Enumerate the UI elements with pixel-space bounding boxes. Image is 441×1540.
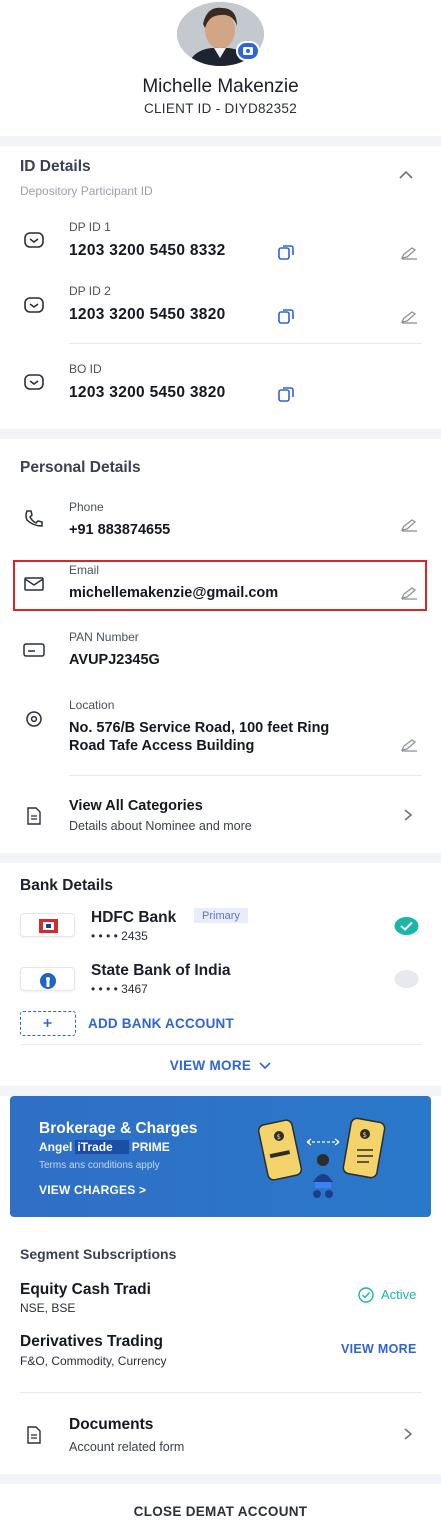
copy-icon[interactable]: [277, 307, 295, 325]
hdfc-account-number: • • • • 2435: [91, 929, 148, 943]
divider: [20, 1392, 422, 1393]
mail-icon: [24, 577, 44, 591]
chevron-up-icon[interactable]: [398, 170, 414, 180]
copy-icon[interactable]: [277, 385, 295, 403]
client-id: CLIENT ID - DIYD82352: [143, 101, 298, 116]
phone-label: Phone: [69, 500, 104, 514]
dp-id-1-value: 1203 3200 5450 8332: [69, 242, 226, 259]
id-details-title: ID Details: [20, 158, 91, 175]
location-icon: [26, 711, 42, 727]
depository-icon: [24, 297, 44, 313]
phone-value: +91 883874655: [69, 522, 171, 538]
id-details-subtitle: Depository Participant ID: [20, 184, 153, 198]
chevron-right-icon[interactable]: [403, 808, 413, 822]
personal-details-title: Personal Details: [20, 459, 141, 476]
location-line-2: Road Tafe Access Building: [69, 738, 255, 754]
view-charges-link[interactable]: VIEW CHARGES >: [39, 1183, 146, 1197]
svg-text:$: $: [363, 1131, 367, 1139]
sbi-logo: [20, 967, 75, 991]
banner-brand-right: PRIME: [131, 1140, 170, 1154]
svg-text:$: $: [277, 1133, 281, 1141]
plus-icon: [43, 1019, 52, 1027]
hdfc-logo: [20, 913, 75, 937]
bo-id-value: 1203 3200 5450 3820: [69, 384, 226, 401]
depository-icon: [24, 374, 44, 390]
bo-id-label: BO ID: [69, 362, 102, 376]
equity-exchanges: NSE, BSE: [20, 1301, 76, 1315]
primary-badge: Primary: [194, 908, 248, 923]
banner-brand: Angel iTrade PRIME: [39, 1140, 170, 1154]
check-circle-outline-icon: [358, 1287, 374, 1303]
pan-label: PAN Number: [69, 630, 139, 644]
sbi-account-number: • • • • 3467: [91, 982, 148, 996]
bank-view-more-label: VIEW MORE: [169, 1058, 252, 1073]
radio-unselected-icon[interactable]: [394, 969, 419, 989]
divider: [69, 343, 422, 344]
banner-brand-left: Angel: [39, 1140, 73, 1154]
card-icon: [23, 643, 45, 657]
edit-icon[interactable]: [400, 518, 418, 532]
banner-title: Brokerage & Charges: [39, 1120, 198, 1137]
dp-id-2-value: 1203 3200 5450 3820: [69, 306, 226, 323]
documents-row[interactable]: [0, 1400, 441, 1466]
segments-title: Segment Subscriptions: [20, 1246, 177, 1262]
add-bank-button-box[interactable]: [20, 1011, 76, 1036]
derivatives-subtitle: F&O, Commodity, Currency: [20, 1354, 167, 1368]
bank-view-more-button[interactable]: VIEW MORE: [0, 1058, 441, 1073]
phone-icon: [25, 510, 43, 527]
chevron-down-icon: [259, 1062, 271, 1070]
edit-icon[interactable]: [400, 246, 418, 260]
dp-id-1-label: DP ID 1: [69, 220, 111, 234]
view-all-subtitle: Details about Nominee and more: [69, 819, 252, 833]
chevron-right-icon[interactable]: [403, 1427, 413, 1441]
documents-subtitle: Account related form: [69, 1440, 185, 1454]
document-icon: [27, 807, 41, 825]
edit-icon[interactable]: [400, 738, 418, 752]
email-label: Email: [69, 563, 100, 577]
brokerage-banner[interactable]: Brokerage & Charges Angel iTrade PRIME Ter…: [10, 1096, 431, 1217]
hdfc-bank-name: HDFC Bank: [91, 909, 177, 926]
view-all-title: View All Categories: [69, 798, 203, 814]
view-all-categories-row[interactable]: [0, 785, 441, 845]
email-value: michellemakenzie@gmail.com: [69, 585, 279, 601]
section-divider: [0, 429, 441, 439]
section-divider: [0, 1086, 441, 1096]
divider: [20, 1044, 422, 1045]
dp-id-2-label: DP ID 2: [69, 284, 111, 298]
sbi-bank-name: State Bank of India: [91, 962, 231, 979]
pan-value: AVUPJ2345G: [69, 652, 160, 668]
bank-details-title: Bank Details: [20, 877, 114, 894]
location-label: Location: [69, 698, 115, 712]
documents-title: Documents: [69, 1416, 154, 1433]
equity-status: Active: [381, 1287, 417, 1302]
derivatives-title: Derivatives Trading: [20, 1333, 164, 1350]
document-icon: [27, 1426, 41, 1444]
edit-icon[interactable]: [400, 586, 418, 600]
section-divider: [0, 853, 441, 863]
phones-illustration: $ $: [257, 1117, 386, 1198]
location-line-1: No. 576/B Service Road, 100 feet Ring: [69, 720, 330, 736]
close-demat-account-button[interactable]: CLOSE DEMAT ACCOUNT: [0, 1504, 441, 1519]
banner-brand-mid: iTrade: [75, 1140, 129, 1154]
depository-icon: [24, 232, 44, 248]
divider: [69, 775, 422, 776]
equity-title: Equity Cash Tradi: [20, 1281, 151, 1298]
edit-icon[interactable]: [400, 310, 418, 324]
copy-icon[interactable]: [277, 243, 295, 261]
camera-icon[interactable]: [236, 41, 260, 61]
banner-terms: Terms ans conditions apply: [39, 1160, 160, 1171]
profile-name: Michelle Makenzie: [142, 76, 299, 97]
add-bank-account-link[interactable]: ADD BANK ACCOUNT: [88, 1016, 234, 1031]
section-divider: [0, 1474, 441, 1484]
check-circle-icon[interactable]: [394, 916, 419, 936]
section-divider: [0, 136, 441, 146]
segments-view-more-link[interactable]: VIEW MORE: [341, 1342, 417, 1356]
